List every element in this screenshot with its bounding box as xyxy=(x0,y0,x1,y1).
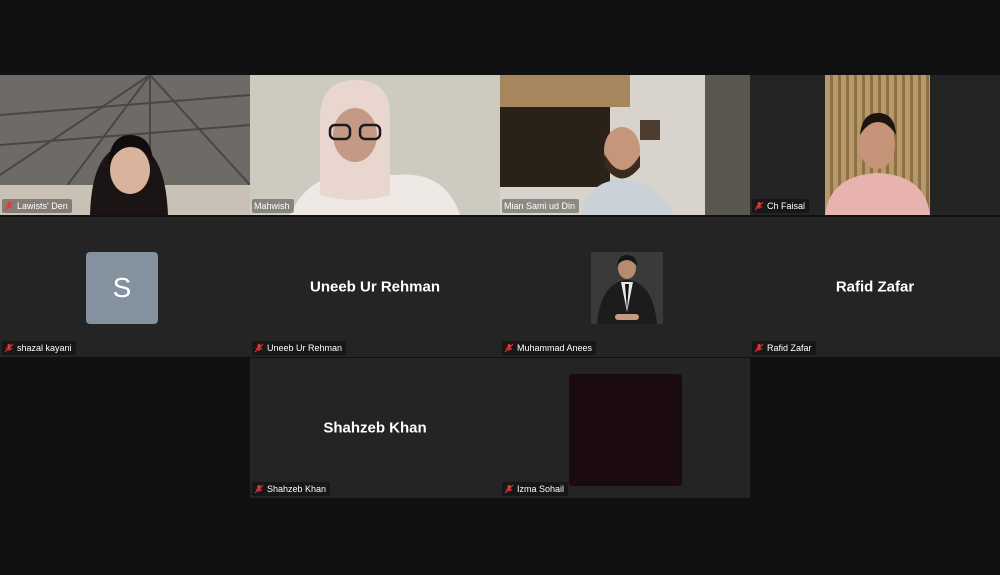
participant-tile-shazal-kayani[interactable]: S shazal kayani xyxy=(0,217,250,357)
participant-name-tag: shazal kayani xyxy=(2,341,76,355)
mic-muted-icon xyxy=(4,201,14,211)
mic-muted-icon xyxy=(254,343,264,353)
participant-tile-izma-sohail[interactable]: Izma Sohail xyxy=(500,358,750,498)
mic-muted-icon xyxy=(754,343,764,353)
participant-display-name: Shahzeb Khan xyxy=(323,419,427,437)
mic-muted-icon xyxy=(504,343,514,353)
participant-name: Izma Sohail xyxy=(517,484,565,494)
mic-muted-icon xyxy=(754,201,764,211)
participant-name: Rafid Zafar xyxy=(767,343,812,353)
video-feed xyxy=(0,75,250,215)
participant-tile-uneeb-ur-rehman[interactable]: Uneeb Ur Rehman Uneeb Ur Rehman xyxy=(250,217,500,357)
avatar xyxy=(591,252,663,324)
participant-name: Lawists' Den xyxy=(17,201,68,211)
participant-display-name: Rafid Zafar xyxy=(835,278,915,296)
video-feed xyxy=(750,75,1000,215)
video-feed xyxy=(250,75,500,215)
avatar: S xyxy=(86,252,158,324)
mic-muted-icon xyxy=(4,343,14,353)
participant-name-tag: Mahwish xyxy=(252,199,294,213)
participant-name-tag: Uneeb Ur Rehman xyxy=(252,341,347,355)
participant-name: Shahzeb Khan xyxy=(267,484,327,494)
participant-tile-mian-sami-ud-din[interactable]: Mian Sami ud Din xyxy=(500,75,750,215)
participant-name: Mian Sami ud Din xyxy=(504,201,576,211)
participant-tile-mahwish[interactable]: Mahwish xyxy=(250,75,500,215)
participant-name: Muhammad Anees xyxy=(517,343,593,353)
participant-name-tag: Rafid Zafar xyxy=(752,341,816,355)
participant-name: shazal kayani xyxy=(17,343,72,353)
participant-tile-muhammad-anees[interactable]: Muhammad Anees xyxy=(500,217,750,357)
mic-muted-icon xyxy=(254,484,264,494)
video-feed xyxy=(500,75,750,215)
participant-display-name: Uneeb Ur Rehman xyxy=(309,278,441,296)
participant-tile-lawists-den[interactable]: Lawists' Den xyxy=(0,75,250,215)
participant-name-tag: Izma Sohail xyxy=(502,482,569,496)
mic-muted-icon xyxy=(504,484,514,494)
participant-name-tag: Mian Sami ud Din xyxy=(502,199,580,213)
participant-tile-shahzeb-khan[interactable]: Shahzeb Khan Shahzeb Khan xyxy=(250,358,500,498)
profile-photo xyxy=(591,252,663,324)
participant-name-tag: Ch Faisal xyxy=(752,199,810,213)
participant-name-tag: Shahzeb Khan xyxy=(252,482,331,496)
participant-name-tag: Lawists' Den xyxy=(2,199,72,213)
participant-tile-rafid-zafar[interactable]: Rafid Zafar Rafid Zafar xyxy=(750,217,1000,357)
participant-name: Mahwish xyxy=(254,201,290,211)
participant-name: Ch Faisal xyxy=(767,201,806,211)
participant-tile-ch-faisal[interactable]: Ch Faisal xyxy=(750,75,1000,215)
participant-name: Uneeb Ur Rehman xyxy=(267,343,343,353)
video-feed xyxy=(569,374,682,486)
participant-name-tag: Muhammad Anees xyxy=(502,341,597,355)
